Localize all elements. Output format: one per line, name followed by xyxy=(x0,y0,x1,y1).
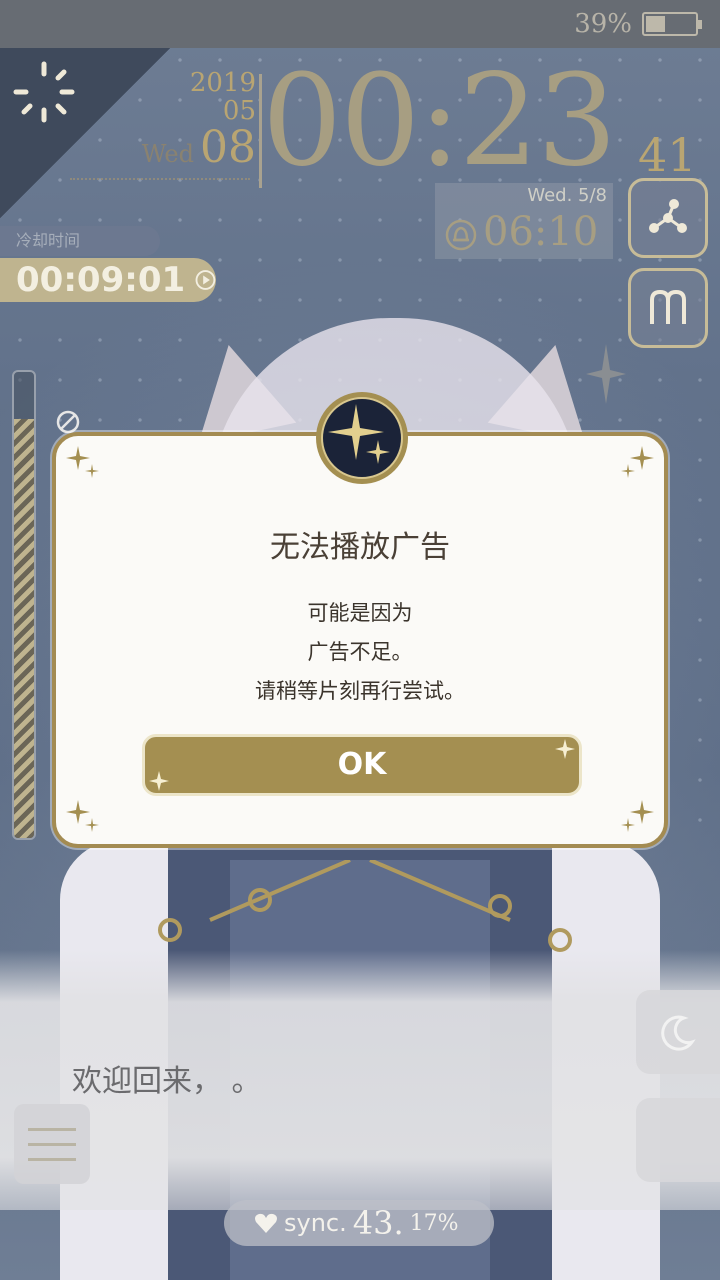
menu-line xyxy=(28,1157,76,1161)
sync-label: sync. xyxy=(284,1209,347,1237)
no-sign-icon[interactable] xyxy=(56,410,80,434)
menu-line xyxy=(28,1142,76,1146)
date-month: 05 xyxy=(222,96,256,126)
dialog-message-line: 可能是因为 xyxy=(307,601,413,625)
cooldown-label: 冷却时间 xyxy=(0,226,160,256)
menu-line xyxy=(28,1127,76,1131)
ok-button[interactable]: OK xyxy=(142,734,582,796)
loading-spinner-icon xyxy=(13,61,75,123)
menu-button[interactable] xyxy=(14,1104,90,1184)
moon-icon xyxy=(661,1015,696,1051)
dialog-message-line: 广告不足。 xyxy=(307,640,413,664)
cooldown-timer[interactable]: 00:09:01 xyxy=(0,258,216,302)
date-day-of-week: Wed xyxy=(141,140,194,168)
alarm-day: Wed. 5/8 xyxy=(527,185,607,206)
alarm-time: 06:10 xyxy=(483,209,599,255)
battery-level-fill xyxy=(646,16,665,32)
heart-icon xyxy=(255,1213,277,1233)
share-button[interactable] xyxy=(628,178,708,258)
night-mode-button[interactable] xyxy=(636,990,720,1074)
status-bar: 39% xyxy=(0,0,720,48)
battery-percent: 39% xyxy=(574,9,632,39)
side-button[interactable] xyxy=(636,1098,720,1182)
clock-time: 00:23 xyxy=(262,47,617,194)
sparkle-icon xyxy=(621,800,654,832)
date-year: 2019 xyxy=(189,68,256,98)
share-icon xyxy=(649,199,687,233)
sparkle-icon xyxy=(66,800,99,832)
energy-gauge xyxy=(12,370,36,840)
m-logo-icon xyxy=(650,289,686,324)
date-day: 08 xyxy=(200,122,256,173)
sparkle-icon xyxy=(149,771,169,791)
dialog-message: 可能是因为 广告不足。 请稍等片刻再行尝试。 xyxy=(56,594,664,711)
date-display: 2019 05 Wed 08 xyxy=(130,70,256,170)
dialog-title: 无法播放广告 xyxy=(270,530,450,565)
cooldown-time: 00:09:01 xyxy=(16,260,186,300)
sparkle-icon xyxy=(555,739,575,759)
bell-icon xyxy=(445,219,477,251)
clock-seconds: 41 xyxy=(638,128,697,182)
dialogue-text: 欢迎回来， 。 xyxy=(72,1064,262,1099)
sync-unit: 17% xyxy=(409,1210,459,1236)
dialog-message-line: 请稍等片刻再行尝试。 xyxy=(255,679,465,703)
ok-button-label: OK xyxy=(337,747,387,782)
app-screen: 39% 2019 05 Wed 08 00:23 41 Wed. 5/8 06:… xyxy=(0,0,720,1280)
energy-gauge-fill xyxy=(14,418,34,838)
date-divider xyxy=(70,178,250,180)
sparkle-icon xyxy=(621,446,654,478)
m-menu-button[interactable] xyxy=(628,268,708,348)
sync-value: 43. xyxy=(352,1204,404,1242)
alarm-widget[interactable]: Wed. 5/8 06:10 xyxy=(435,183,613,259)
ad-error-dialog: 无法播放广告 可能是因为 广告不足。 请稍等片刻再行尝试。 OK xyxy=(52,392,668,848)
play-circle-icon xyxy=(195,270,216,290)
sync-rate: sync. 43. 17% xyxy=(224,1200,494,1246)
sparkle-icon xyxy=(66,446,99,478)
star-emblem-icon xyxy=(316,392,408,484)
battery-icon xyxy=(642,12,702,36)
